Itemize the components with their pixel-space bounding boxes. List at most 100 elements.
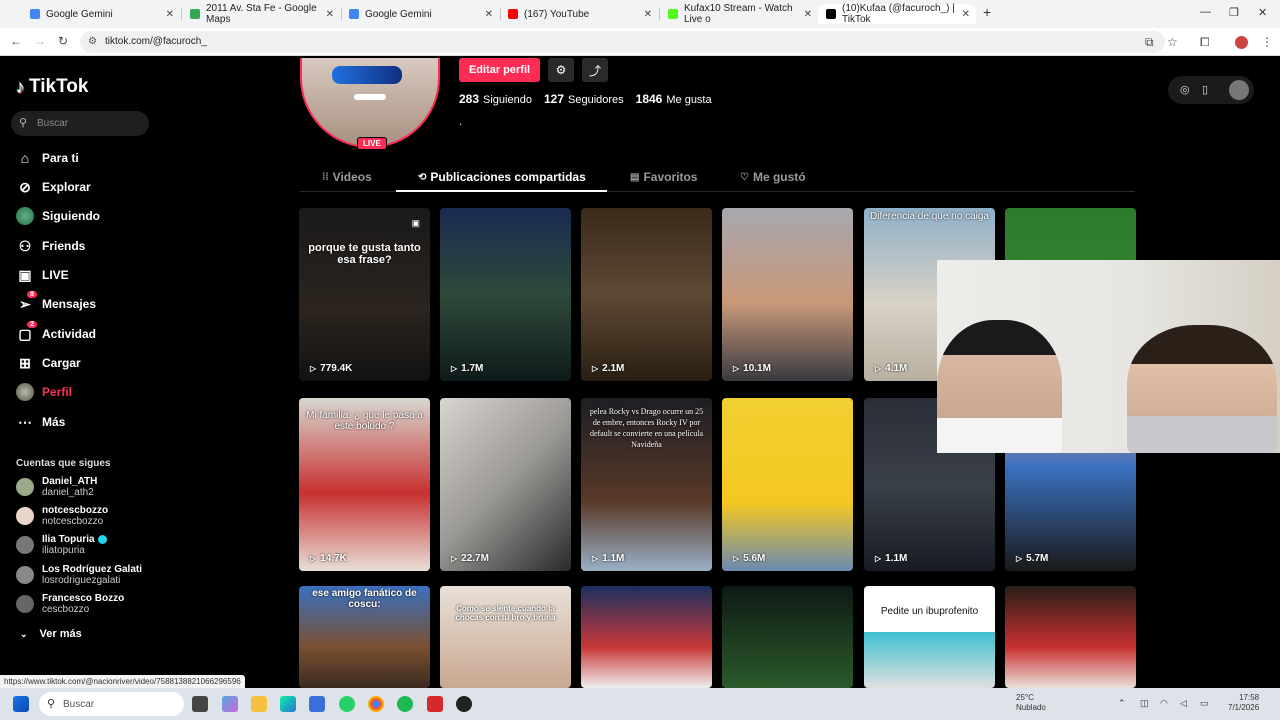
profile-avatar[interactable] (300, 58, 440, 148)
likes-stat: 1846 Me gusta (635, 92, 712, 106)
file-explorer-icon[interactable] (251, 696, 267, 712)
wifi-icon[interactable]: ◠ (1160, 698, 1168, 709)
forward-icon[interactable]: → (34, 34, 46, 48)
tiktok-page: ♪ TikTok ⚲ Buscar ⌂ Para ti ⊘ Explorar S… (0, 56, 1280, 688)
close-icon[interactable]: ✕ (166, 9, 174, 20)
nav-item-live[interactable]: ▣ LIVE (16, 264, 68, 286)
followed-account[interactable]: notcescbozzo notcescbozzo (16, 505, 108, 527)
chevron-up-icon[interactable]: ⌃ (1118, 698, 1126, 709)
task-view-icon[interactable] (192, 696, 208, 712)
nav-item-perfil[interactable]: Perfil (16, 381, 72, 403)
obs-icon[interactable] (456, 696, 472, 712)
nav-item-friends[interactable]: ⚇ Friends (16, 235, 86, 257)
back-icon[interactable]: ← (10, 34, 22, 48)
profile-avatar-icon[interactable] (1235, 36, 1248, 49)
share-icon[interactable]: ⤴ (582, 58, 608, 82)
video-card[interactable]: ▷ 5.6M (722, 398, 853, 571)
close-icon[interactable]: ✕ (485, 9, 493, 20)
battery-icon[interactable]: ▭ (1200, 698, 1209, 709)
close-window-icon[interactable]: ✕ (1258, 6, 1267, 19)
nav-item-mensajes[interactable]: ➢ 8 Mensajes (16, 291, 96, 315)
minimize-icon[interactable]: — (1200, 6, 1211, 18)
tab-liked[interactable]: ♡ Me gustó (740, 170, 806, 184)
video-card[interactable]: ese amigo fanático de coscu: (299, 586, 430, 688)
nav-item-siguiendo[interactable]: Siguiendo (16, 205, 100, 227)
active-tab-indicator (396, 190, 607, 192)
followers-stat[interactable]: 127 Seguidores (544, 92, 624, 106)
video-card[interactable]: ▷ 10.1M (722, 208, 853, 381)
copilot-icon[interactable] (222, 696, 238, 712)
user-avatar[interactable] (1229, 80, 1249, 100)
live-badge[interactable]: LIVE (357, 137, 387, 150)
play-icon: ▷ (310, 554, 317, 563)
tab-reposts[interactable]: ⟲ Publicaciones compartidas (418, 170, 586, 184)
followed-account[interactable]: Ilia Topuria iliatopuria (16, 534, 107, 556)
video-card[interactable]: Pedite un ibuprofenito (864, 586, 995, 688)
taskbar-search[interactable]: ⚲ Buscar (39, 692, 184, 716)
volume-icon[interactable]: ◁ (1180, 698, 1187, 709)
edge-icon[interactable] (280, 696, 296, 712)
reload-icon[interactable]: ↻ (58, 34, 68, 48)
close-icon[interactable]: ✕ (804, 9, 812, 20)
see-more-button[interactable]: ⌄ Ver más (20, 628, 82, 640)
browser-tab[interactable]: (167) YouTube ✕ (500, 4, 658, 24)
cast-icon[interactable]: ⧉ (1145, 35, 1154, 50)
video-card[interactable] (581, 586, 712, 688)
profile-icon (16, 383, 34, 401)
spotify-icon[interactable] (397, 696, 413, 712)
device-icon[interactable]: ▯ (1202, 83, 1208, 96)
tiktok-logo[interactable]: ♪ TikTok (16, 76, 88, 98)
bookmark-star-icon[interactable]: ☆ (1167, 35, 1178, 49)
browser-tab[interactable]: 2011 Av. Sta Fe - Google Maps ✕ (182, 3, 340, 25)
close-icon[interactable]: ✕ (326, 9, 334, 20)
video-card[interactable] (1005, 586, 1136, 688)
video-card[interactable]: ▷ 2.1M (581, 208, 712, 381)
acrobat-icon[interactable] (427, 696, 443, 712)
avatar (16, 595, 34, 613)
store-icon[interactable] (309, 696, 325, 712)
video-card[interactable]: ▷ 1.7M (440, 208, 571, 381)
browser-tab[interactable]: Google Gemini ✕ (341, 4, 499, 24)
taskbar-clock[interactable]: 17:58 7/1/2026 (1228, 693, 1259, 713)
close-icon[interactable]: ✕ (962, 9, 970, 20)
address-bar[interactable]: ⚙ tiktok.com/@facuroch_ (80, 31, 1165, 53)
search-input[interactable]: ⚲ Buscar (11, 111, 149, 136)
weather-widget[interactable]: 25°C Nublado (1016, 693, 1046, 713)
url-text[interactable]: tiktok.com/@facuroch_ (105, 36, 207, 47)
avatar (16, 536, 34, 554)
followed-account[interactable]: Los Rodríguez Galati losrodriguezgalati (16, 564, 142, 586)
extensions-icon[interactable]: ⧠ (1200, 35, 1210, 50)
tab-videos[interactable]: ⁞⁞ Videos (322, 170, 372, 184)
followed-account[interactable]: Daniel_ATH daniel_ath2 (16, 476, 97, 498)
video-card[interactable] (722, 586, 853, 688)
maximize-icon[interactable]: ❐ (1229, 6, 1239, 19)
chrome-menu-icon[interactable]: ⋮ (1261, 35, 1273, 49)
followed-account[interactable]: Francesco Bozzo cescbozzo (16, 593, 124, 615)
video-card[interactable]: pelea Rocky vs Drago ocurre un 25 de emb… (581, 398, 712, 571)
site-info-icon[interactable]: ⚙ (88, 36, 97, 47)
edit-profile-button[interactable]: Editar perfil (459, 58, 540, 82)
whatsapp-icon[interactable] (339, 696, 355, 712)
tab-favorites[interactable]: ▤ Favoritos (630, 170, 697, 184)
nav-item-para-ti[interactable]: ⌂ Para ti (16, 147, 79, 169)
coin-icon[interactable]: ◎ (1180, 83, 1190, 96)
settings-gear-icon[interactable]: ⚙ (548, 58, 574, 82)
video-card[interactable]: Como se siente cuando la chocas con tu b… (440, 586, 571, 688)
nav-item-mas[interactable]: ⋯ Más (16, 411, 65, 433)
close-icon[interactable]: ✕ (644, 9, 652, 20)
video-card[interactable]: ▷ 22.7M (440, 398, 571, 571)
chrome-icon[interactable] (368, 696, 384, 712)
nav-item-explorar[interactable]: ⊘ Explorar (16, 176, 91, 198)
network-icon[interactable]: ◫ (1140, 698, 1149, 709)
browser-tab[interactable]: Google Gemini ✕ (22, 4, 180, 24)
video-card[interactable]: porque te gusta tanto esa frase? ▣ ▷ 779.… (299, 208, 430, 381)
browser-tab-active[interactable]: (10)Kufaa (@facuroch_) | TikTok ✕ (818, 3, 976, 25)
browser-tab-bar: Google Gemini ✕ 2011 Av. Sta Fe - Google… (0, 0, 1280, 28)
browser-tab[interactable]: Kufax10 Stream - Watch Live o ✕ (660, 3, 818, 25)
nav-item-actividad[interactable]: ▢ 2 Actividad (16, 321, 96, 345)
new-tab-button[interactable]: + (983, 4, 991, 20)
windows-start-icon[interactable] (13, 696, 29, 712)
nav-item-cargar[interactable]: ⊞ Cargar (16, 352, 81, 374)
following-stat[interactable]: 283 Siguiendo (459, 92, 532, 106)
video-card[interactable]: Mi familia: ¿ que le pasa a este boludo … (299, 398, 430, 571)
